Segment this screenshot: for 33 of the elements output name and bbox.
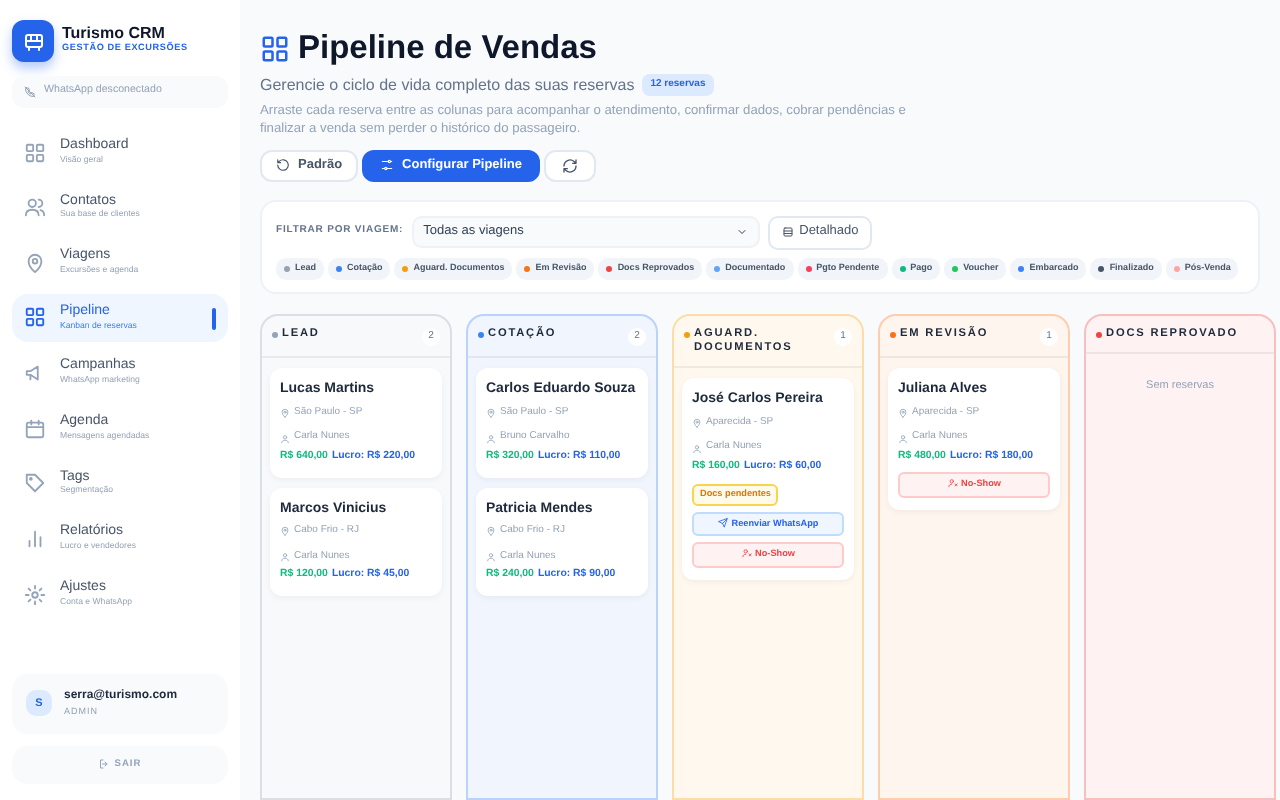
refresh-button[interactable] [544, 149, 596, 182]
people-icon [24, 196, 46, 219]
page-title: Pipeline de Vendas [298, 32, 597, 65]
sliders-icon [380, 158, 395, 173]
person-icon [898, 433, 908, 444]
refresh-icon [562, 157, 578, 174]
reset-icon [276, 158, 290, 173]
map-pin-icon [898, 408, 908, 419]
calendar-icon [24, 417, 46, 440]
dashboard-icon [24, 141, 46, 163]
send-icon [717, 517, 728, 527]
logo-icon [12, 20, 54, 62]
map-pin-icon [280, 408, 290, 419]
person-icon [692, 443, 702, 454]
active-indicator [212, 307, 216, 330]
map-pin-icon [486, 526, 496, 537]
kanban-icon [24, 306, 46, 329]
person-icon [486, 551, 496, 562]
bar-chart-icon [24, 527, 46, 550]
map-pin-icon [280, 526, 290, 537]
person-icon [280, 551, 290, 562]
chevron-down-icon [735, 226, 748, 239]
tag-icon [24, 472, 46, 495]
kanban-icon [260, 33, 290, 64]
person-icon [486, 433, 496, 444]
list-icon [781, 226, 794, 239]
map-pin-icon [486, 408, 496, 419]
brand-name: Turismo CRM [62, 26, 165, 43]
logout-icon [98, 758, 111, 771]
page-subtitle: Gerencie o ciclo de vida completo das suas reservas [260, 73, 635, 97]
map-pin-icon [24, 251, 46, 274]
map-pin-icon [692, 418, 702, 429]
person-icon [280, 433, 290, 444]
